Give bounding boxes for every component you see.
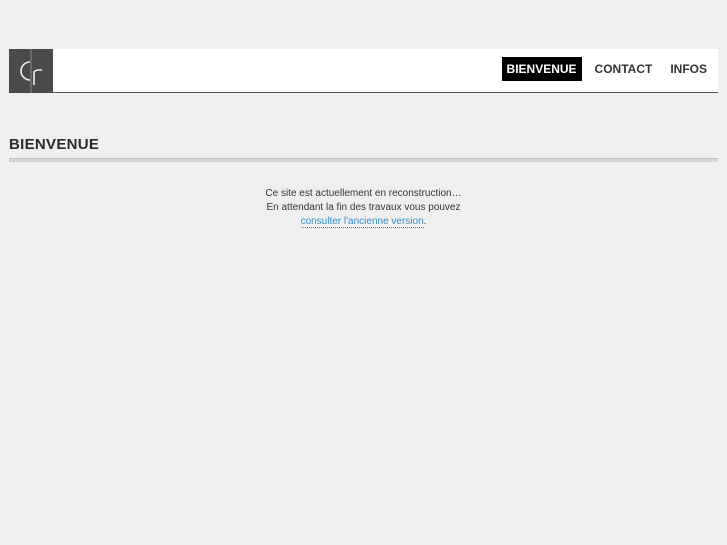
link-suffix: .: [423, 216, 427, 227]
site-logo[interactable]: [9, 49, 53, 93]
message-line-3: consulter l'ancienne version.: [0, 215, 727, 229]
site-header: BIENVENUE CONTACT INFOS: [9, 49, 718, 93]
main-message: Ce site est actuellement en reconstructi…: [0, 187, 727, 229]
cr-logo-icon: [9, 49, 53, 93]
nav-item-bienvenue[interactable]: BIENVENUE: [501, 57, 582, 81]
main-nav: BIENVENUE CONTACT INFOS: [494, 57, 712, 81]
old-version-link[interactable]: consulter l'ancienne version: [300, 216, 424, 228]
title-divider: [9, 158, 718, 162]
message-line-1: Ce site est actuellement en reconstructi…: [265, 188, 462, 199]
nav-item-infos[interactable]: INFOS: [665, 57, 712, 81]
nav-item-contact[interactable]: CONTACT: [590, 57, 658, 81]
message-line-2: En attendant la fin des travaux vous pou…: [266, 202, 461, 213]
page-title: BIENVENUE: [9, 136, 100, 153]
